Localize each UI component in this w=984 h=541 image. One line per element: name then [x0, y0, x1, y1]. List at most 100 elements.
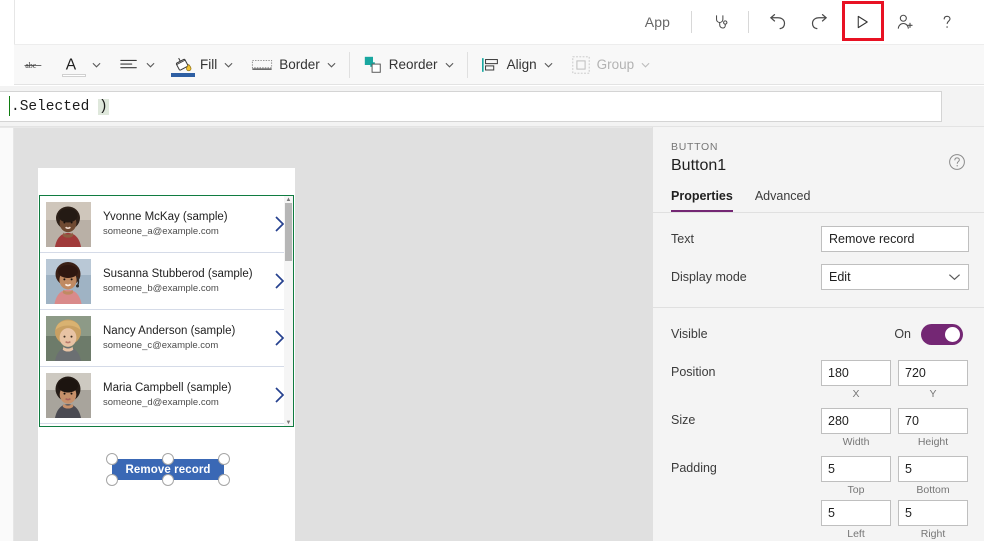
padding-top-input[interactable]: 5 [821, 456, 891, 482]
chevron-down-icon[interactable] [445, 62, 454, 68]
group-icon [571, 55, 591, 75]
gallery-item[interactable]: Susanna Stubberod (sample) someone_b@exa… [40, 253, 293, 310]
property-row-size: Size 280 Width 70 Height [671, 404, 970, 452]
svg-text:A: A [66, 56, 77, 73]
align-label: Align [507, 57, 537, 72]
share-user-icon[interactable] [887, 6, 923, 38]
chevron-down-icon [641, 62, 650, 68]
tab-advanced[interactable]: Advanced [755, 189, 811, 212]
gallery-item-text: Yvonne McKay (sample) someone_a@example.… [91, 210, 265, 239]
selected-button-wrapper[interactable]: Remove record [106, 453, 230, 486]
padding-bottom-input[interactable]: 5 [898, 456, 968, 482]
formula-input[interactable]: .Selected ) [0, 91, 942, 122]
padding-right-input[interactable]: 5 [898, 500, 968, 526]
gallery-scrollbar[interactable]: ▲ ▼ [284, 196, 293, 426]
font-color-swatch [62, 74, 86, 77]
undo-icon[interactable] [759, 6, 795, 38]
gallery-item-name: Nancy Anderson (sample) [103, 324, 265, 339]
position-y-input[interactable]: 720 [898, 360, 968, 386]
toggle-knob [945, 327, 960, 342]
resize-handle-bottom-right[interactable] [218, 474, 230, 486]
font-color-button[interactable]: A [54, 44, 110, 85]
strikethrough-button[interactable]: abc [14, 44, 54, 85]
control-type-label: BUTTON [671, 141, 966, 153]
resize-handle-top-right[interactable] [218, 453, 230, 465]
visible-toggle[interactable] [921, 324, 963, 345]
resize-handle-top-middle[interactable] [162, 453, 174, 465]
padding-right-cell: 5 Right [898, 500, 968, 541]
chevron-down-icon[interactable] [92, 62, 101, 68]
gallery-item-email: someone_a@example.com [103, 225, 265, 239]
position-inputs: 180 X 720 Y [821, 360, 970, 404]
resize-handle-bottom-left[interactable] [106, 474, 118, 486]
property-row-text: Text Remove record [671, 223, 970, 255]
avatar [46, 202, 91, 247]
align-button[interactable]: Align [472, 44, 562, 85]
visible-label: Visible [671, 327, 821, 341]
properties-section-layout: Visible On Position 180 X [653, 308, 984, 541]
fill-bucket-icon [173, 54, 194, 75]
padding-bottom-caption: Bottom [898, 484, 968, 496]
size-height-caption: Height [898, 436, 968, 448]
position-control: 180 X 720 Y [821, 360, 970, 404]
padding-top-bottom-inputs: 5 Top 5 Bottom [821, 456, 970, 500]
panel-help-icon[interactable] [948, 153, 966, 176]
gallery-control[interactable]: Yvonne McKay (sample) someone_a@example.… [39, 195, 294, 427]
position-x-input[interactable]: 180 [821, 360, 891, 386]
gallery-item[interactable]: Maria Campbell (sample) someone_d@exampl… [40, 367, 293, 424]
property-row-padding: Padding 5 Top 5 Bottom [671, 452, 970, 541]
reorder-button[interactable]: Reorder [354, 44, 463, 85]
gallery-item-text: Susanna Stubberod (sample) someone_b@exa… [91, 267, 265, 296]
padding-left-input[interactable]: 5 [821, 500, 891, 526]
app-menu-label[interactable]: App [631, 14, 684, 30]
fill-button[interactable]: Fill [164, 44, 242, 85]
reorder-label: Reorder [389, 57, 438, 72]
topbar-left-divider [14, 0, 15, 44]
chevron-down-icon[interactable] [544, 62, 553, 68]
position-label: Position [671, 360, 821, 379]
gallery-item-email: someone_d@example.com [103, 396, 265, 410]
formula-caret [9, 96, 10, 116]
app-checker-icon[interactable] [702, 6, 738, 38]
divider [691, 11, 692, 33]
resize-handle-bottom-middle[interactable] [162, 474, 174, 486]
app-screen[interactable]: Yvonne McKay (sample) someone_a@example.… [38, 168, 295, 541]
size-width-input[interactable]: 280 [821, 408, 891, 434]
size-height-input[interactable]: 70 [898, 408, 968, 434]
avatar [46, 373, 91, 418]
text-align-button[interactable] [110, 44, 164, 85]
padding-left-caption: Left [821, 528, 891, 540]
properties-panel: BUTTON Button1 Properties Advanced Text … [652, 127, 984, 541]
size-control: 280 Width 70 Height [821, 408, 970, 452]
gallery-scroll-thumb[interactable] [285, 203, 292, 261]
redo-icon[interactable] [801, 6, 837, 38]
tab-properties[interactable]: Properties [671, 189, 733, 212]
text-input[interactable]: Remove record [821, 226, 969, 252]
property-row-display-mode: Display mode Edit [671, 261, 970, 293]
gallery-item-text: Nancy Anderson (sample) someone_c@exampl… [91, 324, 265, 353]
display-mode-select[interactable]: Edit [821, 264, 969, 290]
border-button[interactable]: Border [242, 44, 345, 85]
help-icon[interactable] [929, 6, 965, 38]
resize-handle-top-left[interactable] [106, 453, 118, 465]
display-mode-label: Display mode [671, 270, 821, 284]
chevron-down-icon[interactable] [327, 62, 336, 68]
size-inputs: 280 Width 70 Height [821, 408, 970, 452]
chevron-down-icon[interactable] [224, 62, 233, 68]
scroll-down-icon[interactable]: ▼ [284, 419, 293, 426]
gallery-item-email: someone_c@example.com [103, 339, 265, 353]
size-width-cell: 280 Width [821, 408, 891, 452]
gallery-item-name: Maria Campbell (sample) [103, 381, 265, 396]
gallery-item[interactable]: Yvonne McKay (sample) someone_a@example.… [40, 196, 293, 253]
padding-top-cell: 5 Top [821, 456, 891, 500]
control-name-label: Button1 [671, 157, 966, 175]
scroll-up-icon[interactable]: ▲ [284, 196, 293, 203]
divider [467, 52, 468, 78]
property-row-position: Position 180 X 720 Y [671, 356, 970, 404]
properties-tabs: Properties Advanced [653, 175, 984, 213]
gallery-item[interactable]: Nancy Anderson (sample) someone_c@exampl… [40, 310, 293, 367]
preview-play-button[interactable] [844, 6, 880, 38]
group-button: Group [562, 44, 660, 85]
chevron-down-icon[interactable] [146, 62, 155, 68]
padding-top-caption: Top [821, 484, 891, 496]
